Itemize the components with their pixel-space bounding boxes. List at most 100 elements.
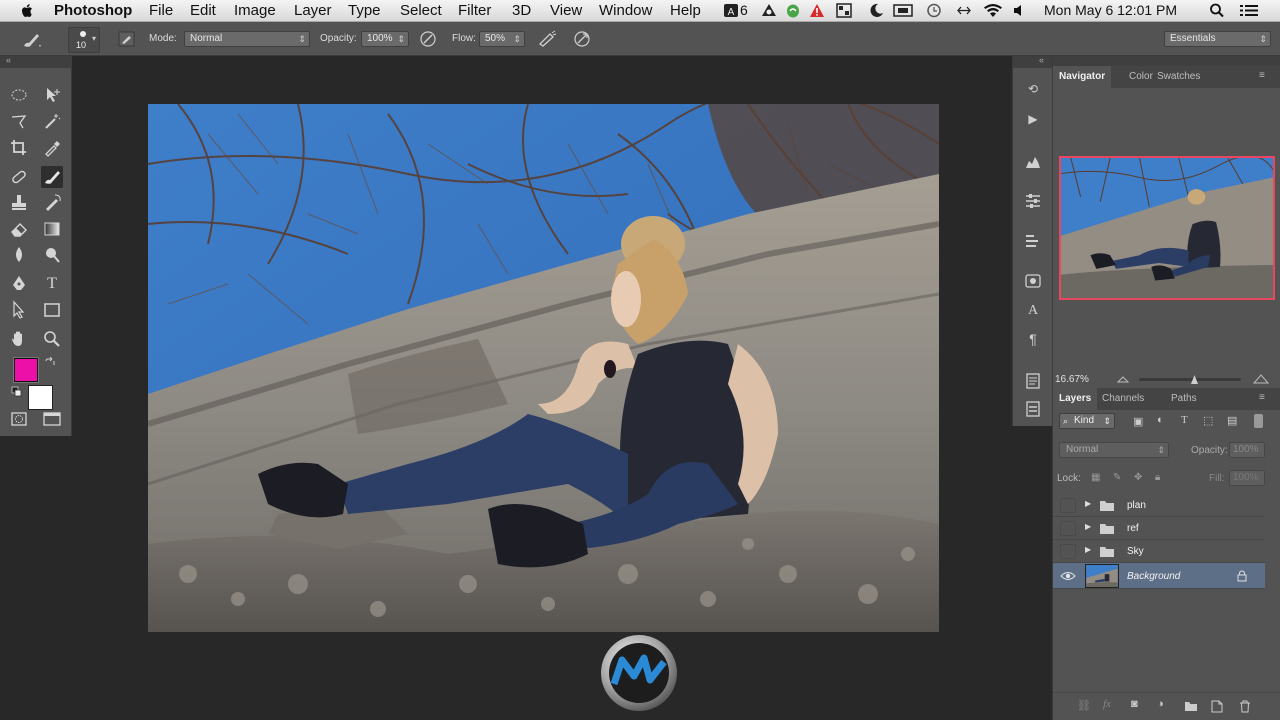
notification-center-icon[interactable] <box>1240 3 1258 18</box>
magic-wand-tool-icon[interactable] <box>41 111 63 133</box>
brush-tool-icon[interactable] <box>41 166 63 188</box>
adobe-app-manager-icon[interactable]: A <box>723 3 739 18</box>
blend-mode-dropdown[interactable]: Normal ⇕ <box>1059 442 1169 458</box>
new-group-folder-icon[interactable] <box>1184 701 1198 712</box>
menu-view[interactable]: View <box>550 2 582 19</box>
zoom-tool-icon[interactable] <box>41 328 63 350</box>
filter-shape-icon[interactable]: ⬚ <box>1203 414 1213 427</box>
rectangle-tool-icon[interactable] <box>41 299 63 321</box>
volume-icon[interactable] <box>1012 3 1028 18</box>
grid-app-icon[interactable] <box>836 3 852 18</box>
layer-name[interactable]: Sky <box>1127 546 1144 557</box>
document-image[interactable] <box>148 104 939 632</box>
lock-image-pixels-icon[interactable]: ✎ <box>1113 472 1121 483</box>
disclosure-triangle-icon[interactable]: ▶ <box>1085 522 1091 531</box>
wifi-icon[interactable] <box>983 3 1003 18</box>
menu-layer[interactable]: Layer <box>294 2 332 19</box>
swap-colors-icon[interactable] <box>44 357 56 369</box>
clone-source-icon[interactable] <box>1024 400 1042 418</box>
layer-name[interactable]: Background <box>1127 571 1180 582</box>
menubar-clock[interactable]: Mon May 6 12:01 PM <box>1044 2 1177 18</box>
workspace-switcher[interactable]: Essentials <box>1164 31 1271 47</box>
lock-transparency-icon[interactable]: ▦ <box>1091 472 1100 483</box>
layer-visibility-toggle[interactable] <box>1060 544 1076 559</box>
menu-window[interactable]: Window <box>599 2 652 19</box>
layer-filter-kind[interactable]: ⌕ Kind ⇕ <box>1059 413 1115 429</box>
actions-play-icon[interactable]: ▶ <box>1024 110 1042 128</box>
pen-tool-icon[interactable] <box>8 273 30 295</box>
navigator-thumbnail[interactable] <box>1059 156 1275 300</box>
delete-layer-trash-icon[interactable] <box>1239 700 1251 713</box>
move-tool-icon[interactable] <box>41 84 63 106</box>
layer-visibility-toggle[interactable] <box>1060 521 1076 536</box>
filter-pixel-icon[interactable]: ▣ <box>1133 415 1143 428</box>
spotlight-search-icon[interactable] <box>1209 3 1225 18</box>
tab-swatches[interactable]: Swatches <box>1151 66 1206 88</box>
layer-row-plan[interactable]: ▶ plan <box>1053 494 1265 517</box>
disclosure-triangle-icon[interactable]: ▶ <box>1085 545 1091 554</box>
eyedropper-tool-icon[interactable] <box>41 137 63 159</box>
navigator-zoom-value[interactable]: 16.67% <box>1055 374 1089 385</box>
tools-panel-header[interactable]: « <box>0 55 72 68</box>
menu-app-name[interactable]: Photoshop <box>54 2 132 19</box>
history-brush-tool-icon[interactable] <box>41 192 63 214</box>
tab-channels[interactable]: Channels <box>1096 388 1150 410</box>
evernote-icon[interactable] <box>785 3 801 18</box>
zoom-in-icon[interactable] <box>1253 372 1269 384</box>
foreground-color-swatch[interactable] <box>14 358 38 382</box>
lock-all-icon[interactable]: 🔒︎ <box>1155 472 1160 483</box>
layer-opacity-field[interactable]: 100% <box>1229 442 1265 458</box>
brush-size-picker[interactable]: 10 ▾ <box>68 27 100 53</box>
right-dock-header[interactable] <box>1053 56 1280 66</box>
eraser-tool-icon[interactable] <box>8 218 30 240</box>
properties-icon[interactable] <box>1024 232 1042 250</box>
crop-tool-icon[interactable] <box>8 137 30 159</box>
layer-row-sky[interactable]: ▶ Sky <box>1053 540 1265 563</box>
tab-paths[interactable]: Paths <box>1165 388 1203 410</box>
layer-row-background[interactable]: Background <box>1053 563 1265 589</box>
notes-icon[interactable] <box>1024 372 1042 390</box>
paragraph-panel-icon[interactable]: ¶ <box>1024 330 1042 348</box>
bluetooth-display-icon[interactable] <box>956 3 972 18</box>
hand-tool-icon[interactable] <box>8 328 30 350</box>
filter-smart-object-icon[interactable]: ▤ <box>1227 414 1237 427</box>
pressure-opacity-icon[interactable] <box>419 30 437 48</box>
collapse-arrows-icon[interactable]: « <box>1039 55 1044 65</box>
link-layers-icon[interactable]: ⛓︎ <box>1077 699 1091 712</box>
creative-cloud-icon[interactable] <box>761 3 777 18</box>
layer-style-fx-icon[interactable]: fx <box>1103 698 1111 710</box>
collapse-arrows-icon[interactable]: « <box>6 55 11 65</box>
moon-icon[interactable] <box>868 3 884 18</box>
zoom-slider-thumb[interactable] <box>1191 375 1198 384</box>
add-mask-icon[interactable]: ◙ <box>1131 698 1138 710</box>
pressure-size-icon[interactable] <box>573 30 591 48</box>
filter-adjustment-icon[interactable]: ◐ <box>1157 414 1164 426</box>
apple-icon[interactable] <box>20 3 35 19</box>
menu-type[interactable]: Type <box>348 2 381 19</box>
lasso-tool-icon[interactable] <box>8 111 30 133</box>
histogram-icon[interactable] <box>1024 152 1042 170</box>
document-canvas[interactable] <box>72 56 1012 720</box>
type-tool-icon[interactable]: T <box>41 273 63 295</box>
panel-menu-icon[interactable]: ≡ <box>1259 392 1265 403</box>
menu-filter[interactable]: Filter <box>458 2 491 19</box>
dock-header[interactable]: « <box>1013 55 1053 68</box>
airbrush-icon[interactable] <box>537 30 557 48</box>
menu-3d[interactable]: 3D <box>512 2 531 19</box>
elliptical-marquee-tool-icon[interactable] <box>8 84 30 106</box>
eye-visibility-icon[interactable] <box>1060 570 1076 582</box>
screen-capture-icon[interactable] <box>893 3 913 18</box>
layer-fill-field[interactable]: 100% <box>1229 470 1265 486</box>
character-panel-icon[interactable]: A <box>1024 302 1042 320</box>
adjustments-icon[interactable] <box>1024 192 1042 210</box>
tab-layers[interactable]: Layers <box>1053 388 1098 410</box>
filter-type-icon[interactable]: T <box>1181 414 1188 426</box>
lock-position-icon[interactable]: ✥ <box>1134 472 1142 483</box>
menu-image[interactable]: Image <box>234 2 276 19</box>
time-machine-icon[interactable] <box>926 3 942 18</box>
opacity-field[interactable]: 100% <box>361 31 409 47</box>
zoom-out-icon[interactable] <box>1117 374 1129 384</box>
dodge-tool-icon[interactable] <box>41 244 63 266</box>
tab-navigator[interactable]: Navigator <box>1053 66 1112 88</box>
history-icon[interactable]: ⟲ <box>1024 80 1042 98</box>
